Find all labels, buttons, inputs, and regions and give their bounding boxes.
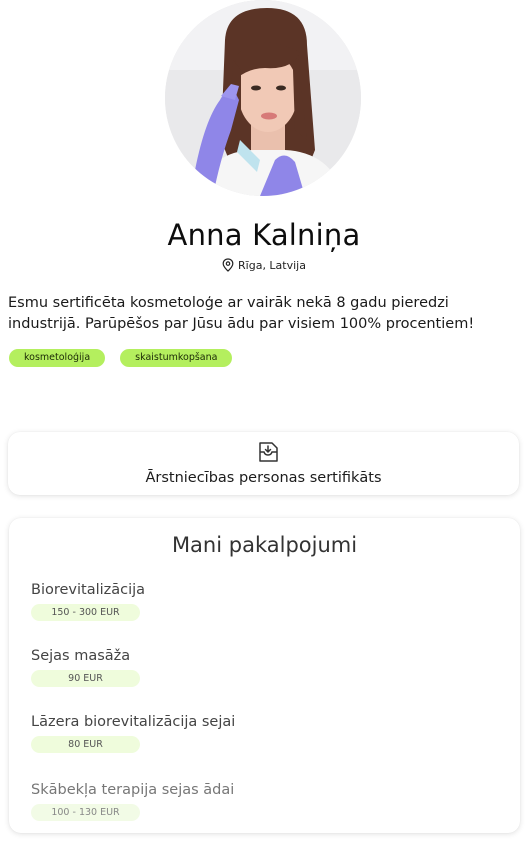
certificate-label: Ārstniecības personas sertifikāts: [145, 470, 382, 486]
services-card: Mani pakalpojumi Biorevitalizācija 150 -…: [9, 518, 520, 833]
service-name: Sejas masāža: [31, 648, 131, 664]
tag-beauty-care[interactable]: skaistumkopšana: [120, 349, 233, 367]
services-title: Mani pakalpojumi: [171, 533, 358, 557]
avatar: [165, 0, 361, 196]
service-price: 100 - 130 EUR: [31, 804, 140, 821]
document-download-icon: [256, 440, 280, 468]
tag-cosmetology[interactable]: kosmetoloģija: [9, 349, 106, 367]
profile-photo: [165, 0, 361, 196]
service-price: 80 EUR: [31, 736, 140, 753]
service-item[interactable]: Skābekļa terapija sejas ādai 100 - 130 E…: [31, 782, 234, 821]
location-pin-icon: [222, 258, 234, 275]
location-text: Rīga, Latvija: [238, 259, 306, 272]
service-price: 90 EUR: [31, 670, 140, 687]
tag-list: kosmetoloģija skaistumkopšana: [9, 349, 233, 367]
certificate-card[interactable]: Ārstniecības personas sertifikāts: [8, 432, 519, 495]
service-name: Lāzera biorevitalizācija sejai: [31, 714, 236, 730]
service-item[interactable]: Biorevitalizācija 150 - 300 EUR: [31, 582, 145, 621]
profile-name: Anna Kalniņa: [167, 218, 361, 252]
service-price: 150 - 300 EUR: [31, 604, 140, 621]
service-item[interactable]: Sejas masāža 90 EUR: [31, 648, 140, 687]
location: Rīga, Latvija: [0, 258, 528, 275]
service-name: Skābekļa terapija sejas ādai: [31, 782, 235, 798]
profile-bio: Esmu sertificēta kosmetoloģe ar vairāk n…: [8, 295, 475, 332]
service-item[interactable]: Lāzera biorevitalizācija sejai 80 EUR: [31, 714, 235, 753]
service-name: Biorevitalizācija: [31, 582, 146, 598]
